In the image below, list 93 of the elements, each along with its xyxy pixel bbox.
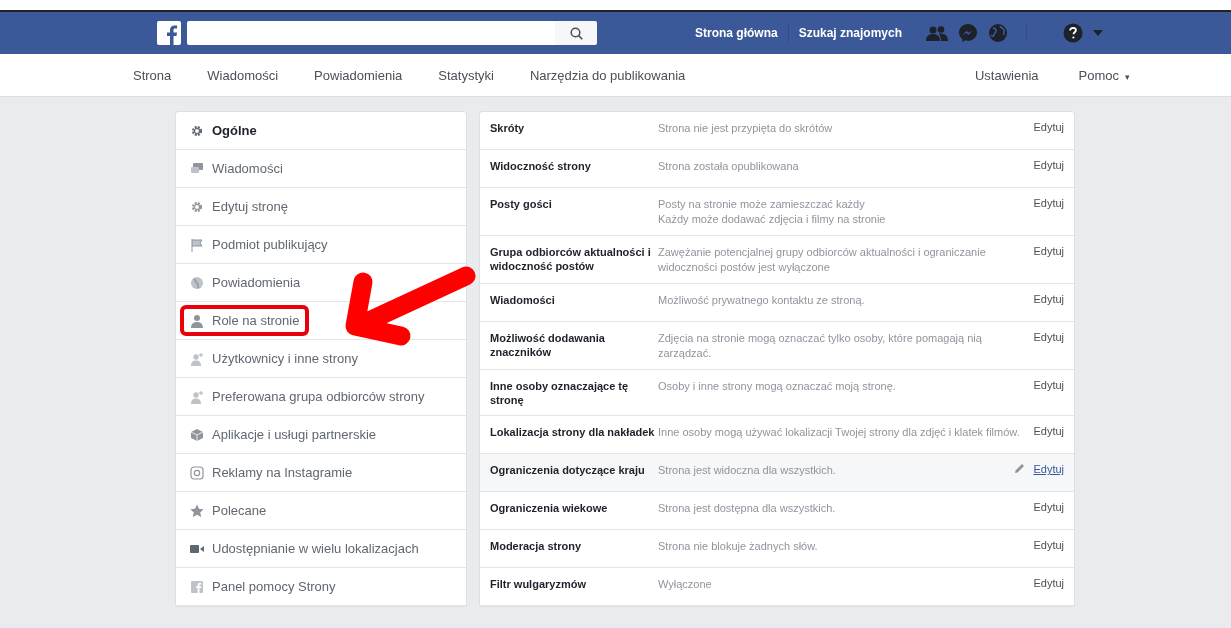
person-icon <box>190 389 204 404</box>
logo-icon[interactable] <box>157 21 181 45</box>
sidebar-label: Podmiot publikujący <box>212 237 328 252</box>
sidebar-label: Edytuj stronę <box>212 199 288 214</box>
sidebar-item[interactable]: Udostępnianie w wielu lokalizacjach <box>176 530 466 568</box>
sidebar-label: Aplikacje i usługi partnerskie <box>212 427 377 442</box>
setting-value: Wyłączone <box>658 577 713 592</box>
setting-name: Wiadomości <box>490 293 556 308</box>
star-icon <box>190 503 204 518</box>
page-tab[interactable]: Wiadomości <box>207 67 279 83</box>
setting-value: Strona została opublikowana <box>658 159 800 174</box>
messenger-icon[interactable] <box>958 23 979 43</box>
sidebar-label: Reklamy na Instagramie <box>212 465 353 480</box>
setting-value: Posty na stronie może zamieszczać każdy <box>658 197 866 212</box>
camera-icon <box>190 465 204 480</box>
sidebar-item[interactable]: Powiadomienia <box>176 264 466 302</box>
edit-link[interactable]: Edytuj <box>1033 159 1064 171</box>
globe-icon[interactable] <box>988 23 1009 43</box>
gear-icon <box>190 199 204 214</box>
gear-icon <box>190 123 204 138</box>
pencil-icon[interactable] <box>1014 463 1026 474</box>
sidebar-label: Ogólne <box>212 123 257 138</box>
sidebar-item[interactable]: Podmiot publikujący <box>176 226 466 264</box>
sidebar-label: Polecane <box>212 503 267 518</box>
sidebar-item[interactable]: Polecane <box>176 492 466 530</box>
search-field[interactable] <box>187 21 555 45</box>
sidebar-item[interactable]: Panel pomocy Strony <box>176 568 466 606</box>
edit-link[interactable]: Edytuj <box>1033 463 1064 475</box>
setting-value: Osoby i inne strony mogą oznaczać moją stronę. <box>658 379 897 394</box>
edit-link[interactable]: Edytuj <box>1033 121 1064 133</box>
page-tab[interactable]: Statystyki <box>438 67 494 83</box>
setting-name: Skróty <box>490 121 526 136</box>
edit-link[interactable]: Edytuj <box>1033 197 1064 209</box>
sidebar-label: Użytkownicy i inne strony <box>212 351 358 366</box>
setting-value: Strona jest widoczna dla wszystkich. <box>658 463 837 478</box>
setting-name: Filtr wulgaryzmów <box>490 577 587 592</box>
person-icon <box>190 351 204 366</box>
sidebar-label: Udostępnianie w wielu lokalizacjach <box>212 541 419 556</box>
person-icon <box>190 313 204 328</box>
cube-icon <box>190 427 204 442</box>
sidebar-item[interactable]: Edytuj stronę <box>176 188 466 226</box>
setting-name: Moderacja strony <box>490 539 583 554</box>
sidebar-item[interactable]: Wiadomości <box>176 150 466 188</box>
sidebar-label: Wiadomości <box>212 161 283 176</box>
setting-value: Zawężanie potencjalnej grupy odbiorców aktualności i ograniczanie widoczności postów jest wyłączone <box>658 245 987 275</box>
setting-value: Inne osoby mogą używać lokalizacji Twojej strony dla zdjęć i klatek filmów. <box>658 425 1021 440</box>
edit-link[interactable]: Edytuj <box>1033 425 1064 437</box>
friends-icon[interactable] <box>926 25 949 41</box>
setting-name: Inne osoby oznaczające tę stronę <box>490 379 630 407</box>
sidebar-label: Preferowana grupa odbiorców strony <box>212 389 425 404</box>
sidebar-item[interactable]: Preferowana grupa odbiorców strony <box>176 378 466 416</box>
edit-link[interactable]: Edytuj <box>1033 539 1064 551</box>
help-icon[interactable] <box>1063 23 1084 43</box>
setting-name: Możliwość dodawania znaczników <box>490 331 606 360</box>
setting-name: Lokalizacja strony dla nakładek <box>490 425 656 440</box>
page-tab[interactable]: Powiadomienia <box>314 67 403 83</box>
setting-name: Widoczność strony <box>490 159 592 174</box>
setting-name: Grupa odbiorców aktualności i widoczność postów <box>490 245 652 274</box>
sidebar-label: Panel pomocy Strony <box>212 579 336 594</box>
square-icon <box>190 579 204 594</box>
page-tab[interactable]: Pomoc ▾ <box>1078 67 1130 83</box>
flag-icon <box>190 237 204 252</box>
sidebar-item[interactable]: Ogólne <box>176 112 466 150</box>
page-tab[interactable]: Ustawienia <box>974 67 1039 83</box>
globe-icon <box>190 275 204 290</box>
top-nav-link[interactable]: Strona główna <box>685 26 788 40</box>
search-icon[interactable] <box>569 26 583 40</box>
setting-value: Możliwość prywatnego kontaktu ze stroną. <box>658 293 866 308</box>
edit-link[interactable]: Edytuj <box>1033 501 1064 513</box>
edit-link[interactable]: Edytuj <box>1033 245 1064 257</box>
setting-name: Ograniczenia dotyczące kraju <box>490 463 646 478</box>
page-tab[interactable]: Narzędzia do publikowania <box>529 67 686 83</box>
page-tab[interactable]: Strona <box>133 67 172 83</box>
caret-icon[interactable] <box>1093 30 1104 36</box>
setting-value: Strona jest dostępna dla wszystkich. <box>658 501 837 516</box>
edit-link[interactable]: Edytuj <box>1033 379 1064 391</box>
sidebar-item[interactable]: Role na stronie <box>176 302 466 340</box>
edit-link[interactable]: Edytuj <box>1033 577 1064 589</box>
setting-value: Zdjęcia na stronie mogą oznaczać tylko osoby, które pomagają nią zarządzać. <box>658 331 983 361</box>
setting-name: Posty gości <box>490 197 553 212</box>
edit-link[interactable]: Edytuj <box>1033 331 1064 343</box>
setting-value: Każdy może dodawać zdjęcia i filmy na stronie <box>658 212 887 227</box>
sidebar-item[interactable]: Aplikacje i usługi partnerskie <box>176 416 466 454</box>
sidebar-label: Role na stronie <box>212 313 300 328</box>
setting-value: Strona nie jest przypięta do skrótów <box>658 121 834 136</box>
top-nav-link[interactable]: Szukaj znajomych <box>788 26 913 40</box>
sidebar-item[interactable]: Użytkownicy i inne strony <box>176 340 466 378</box>
edit-link[interactable]: Edytuj <box>1033 293 1064 305</box>
chat-icon <box>190 161 204 176</box>
setting-name: Ograniczenia wiekowe <box>490 501 609 516</box>
sidebar-item[interactable]: Reklamy na Instagramie <box>176 454 466 492</box>
sidebar-label: Powiadomienia <box>212 275 301 290</box>
setting-value: Strona nie blokuje żadnych słów. <box>658 539 819 554</box>
